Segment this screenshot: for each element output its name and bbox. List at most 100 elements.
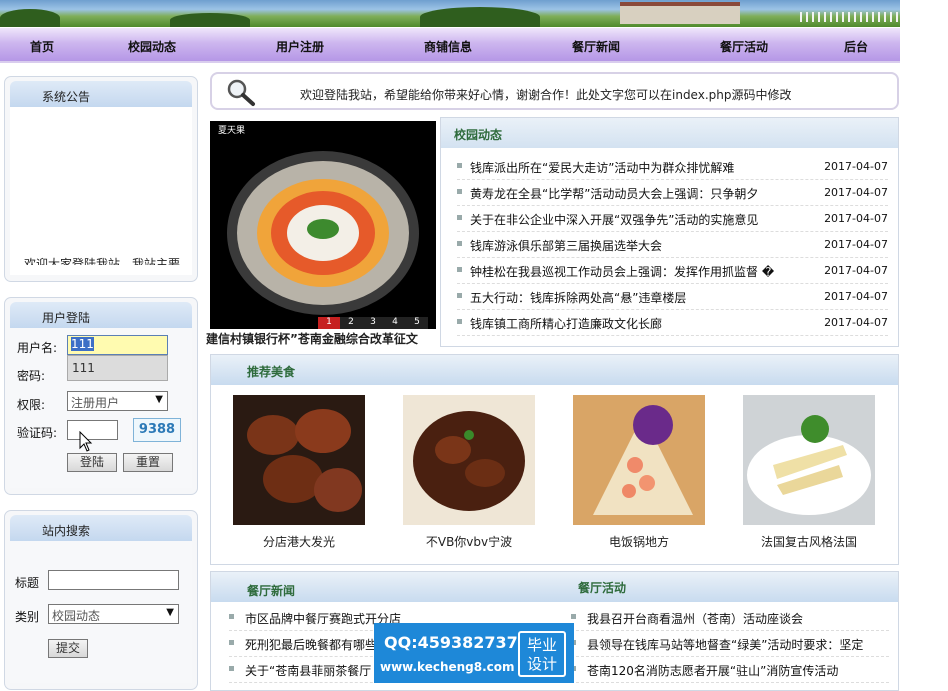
campus-news-item-title[interactable]: 五大行动：钱库拆除两处高“悬”违章楼层 — [470, 289, 815, 306]
captcha-image[interactable]: 9388 — [133, 418, 181, 442]
username-label: 用户名: — [17, 341, 58, 355]
banner-fence — [800, 12, 900, 22]
announcement-panel: 系统公告 欢迎大家登陆我站，我站主要 — [4, 76, 198, 282]
restaurant-news-title: 餐厅新闻 — [247, 584, 296, 598]
campus-news-item-title[interactable]: 钟桂松在我县巡视工作动员会上强调：发挥作用抓监督 � — [470, 263, 815, 280]
campus-news-item[interactable]: 关于在非公企业中深入开展“双强争先”活动的实施意见 2017-04-07 — [457, 206, 888, 232]
campus-news-item[interactable]: 钱库镇工商所精心打造廉政文化长廊 2017-04-07 — [457, 310, 888, 336]
restaurant-header: 餐厅新闻 餐厅活动 — [211, 572, 898, 602]
campus-news-item[interactable]: 钱库派出所在“爱民大走访”活动中为群众排忧解难 2017-04-07 — [457, 154, 888, 180]
login-button[interactable]: 登陆 — [67, 453, 117, 472]
food-name-3[interactable]: 电饭锅地方 — [559, 533, 719, 550]
login-header: 用户登陆 — [10, 302, 192, 328]
food-name-1[interactable]: 分店港大发光 — [219, 533, 379, 550]
food-name-4[interactable]: 法国复古风格法国 — [729, 533, 889, 550]
campus-news-panel: 校园动态 钱库派出所在“爱民大走访”活动中为群众排忧解难 2017-04-07 黄寿… — [440, 117, 899, 347]
banner-tree — [170, 13, 250, 27]
bullet-icon — [457, 319, 462, 324]
watermark-overlay: QQ:459382737 www.kecheng8.com 毕业 设计 — [374, 623, 574, 683]
slide-page-4[interactable]: 4 — [384, 317, 406, 329]
header-banner — [0, 0, 900, 27]
magnifier-icon — [227, 79, 255, 106]
campus-news-item[interactable]: 黄寿龙在全县“比学帮”活动动员大会上强调：只争朝夕 2017-04-07 — [457, 180, 888, 206]
search-header: 站内搜索 — [10, 515, 192, 541]
chevron-down-icon: ▼ — [155, 394, 163, 405]
slide-page-3[interactable]: 3 — [362, 317, 384, 329]
reset-button[interactable]: 重置 — [123, 453, 173, 472]
watermark-url: www.kecheng8.com — [380, 660, 515, 674]
login-title: 用户登陆 — [42, 311, 91, 325]
autocomplete-dropdown[interactable]: 111 — [67, 355, 168, 381]
campus-news-item-title[interactable]: 关于在非公企业中深入开展“双强争先”活动的实施意见 — [470, 211, 815, 228]
nav-campus-news[interactable]: 校园动态 — [128, 38, 176, 55]
campus-news-item-date: 2017-04-07 — [824, 160, 888, 173]
campus-news-item[interactable]: 钟桂松在我县巡视工作动员会上强调：发挥作用抓监督 � 2017-04-07 — [457, 258, 888, 284]
announcement-header: 系统公告 — [10, 81, 192, 107]
captcha-label: 验证码: — [17, 426, 58, 440]
bullet-icon — [457, 163, 462, 168]
announcement-marquee: 欢迎大家登陆我站，我站主要 — [24, 257, 181, 265]
slide-image — [227, 151, 419, 315]
restaurant-event-item[interactable]: 县领导在钱库马站等地督查“绿美”活动时要求：坚定 — [571, 631, 889, 657]
search-title-input[interactable] — [48, 570, 179, 590]
campus-news-title: 校园动态 — [454, 128, 503, 142]
slide-page-1[interactable]: 1 — [318, 317, 340, 329]
nav-home[interactable]: 首页 — [30, 38, 54, 55]
search-panel: 站内搜索 标题 类别 校园动态 ▼ 提交 — [4, 510, 198, 690]
role-label: 权限: — [17, 398, 46, 412]
restaurant-event-item[interactable]: 我县召开台商看温州（苍南）活动座谈会 — [571, 605, 889, 631]
bullet-icon — [457, 267, 462, 272]
campus-news-item-title[interactable]: 钱库镇工商所精心打造廉政文化长廊 — [470, 315, 815, 332]
nav-admin[interactable]: 后台 — [844, 38, 868, 55]
banner-tree — [420, 7, 540, 27]
slide-page-2[interactable]: 2 — [340, 317, 362, 329]
announcement-title: 系统公告 — [42, 90, 91, 104]
campus-news-item-date: 2017-04-07 — [824, 290, 888, 303]
nav-restaurant-events[interactable]: 餐厅活动 — [720, 38, 768, 55]
search-submit-button[interactable]: 提交 — [48, 639, 88, 658]
restaurant-events-title: 餐厅活动 — [578, 581, 627, 595]
food-image-4[interactable] — [743, 395, 875, 525]
chevron-down-icon: ▼ — [166, 607, 174, 618]
nav-register[interactable]: 用户注册 — [276, 38, 324, 55]
campus-news-item-date: 2017-04-07 — [824, 212, 888, 225]
campus-news-item-title[interactable]: 钱库游泳俱乐部第三届换届选举大会 — [470, 237, 815, 254]
campus-news-item[interactable]: 钱库游泳俱乐部第三届换届选举大会 2017-04-07 — [457, 232, 888, 258]
search-category-label: 类别 — [15, 610, 40, 624]
slide-page-5[interactable]: 5 — [406, 317, 428, 329]
food-name-2[interactable]: 不VB你vbv宁波 — [389, 533, 549, 550]
bullet-icon — [457, 241, 462, 246]
username-input[interactable]: 111 — [67, 335, 168, 355]
announcement-body: 欢迎大家登陆我站，我站主要 — [10, 107, 192, 275]
nav-restaurant-news[interactable]: 餐厅新闻 — [572, 38, 620, 55]
search-title: 站内搜索 — [42, 524, 91, 538]
password-label: 密码: — [17, 369, 46, 383]
welcome-text: 欢迎登陆我站，希望能给你带来好心情，谢谢合作！此处文字您可以在index.php… — [300, 88, 792, 102]
campus-news-header: 校园动态 — [441, 118, 898, 148]
restaurant-event-item[interactable]: 苍南120名消防志愿者开展“驻山”消防宣传活动 — [571, 657, 889, 683]
welcome-bar: 欢迎登陆我站，希望能给你带来好心情，谢谢合作！此处文字您可以在index.php… — [210, 72, 899, 110]
campus-news-item-title[interactable]: 黄寿龙在全县“比学帮”活动动员大会上强调：只争朝夕 — [470, 185, 815, 202]
food-title: 推荐美食 — [247, 365, 296, 379]
mouse-cursor-icon — [79, 431, 93, 452]
food-image-3[interactable] — [573, 395, 705, 525]
campus-news-item-date: 2017-04-07 — [824, 186, 888, 199]
search-title-label: 标题 — [15, 576, 40, 590]
campus-news-item-date: 2017-04-07 — [824, 316, 888, 329]
bullet-icon — [457, 293, 462, 298]
campus-news-item[interactable]: 五大行动：钱库拆除两处高“悬”违章楼层 2017-04-07 — [457, 284, 888, 310]
food-image-2[interactable] — [403, 395, 535, 525]
autocomplete-option[interactable]: 111 — [72, 361, 95, 375]
nav-shops[interactable]: 商铺信息 — [424, 38, 472, 55]
search-category-select[interactable]: 校园动态 ▼ — [48, 604, 179, 624]
campus-news-item-title[interactable]: 钱库派出所在“爱民大走访”活动中为群众排忧解难 — [470, 159, 815, 176]
main-nav: 首页 校园动态 用户注册 商铺信息 餐厅新闻 餐厅活动 后台 — [0, 28, 900, 63]
bullet-icon — [457, 215, 462, 220]
role-select[interactable]: 注册用户 ▼ — [67, 391, 168, 411]
username-value: 111 — [71, 337, 94, 351]
bullet-icon — [457, 189, 462, 194]
slide-overlay-label: 夏天果 — [218, 126, 246, 136]
slideshow[interactable]: 夏天果 1 2 3 4 5 — [210, 121, 436, 329]
slide-caption[interactable]: 建信村镇银行杯”苍南金融综合改革征文 — [206, 330, 438, 347]
food-image-1[interactable] — [233, 395, 365, 525]
